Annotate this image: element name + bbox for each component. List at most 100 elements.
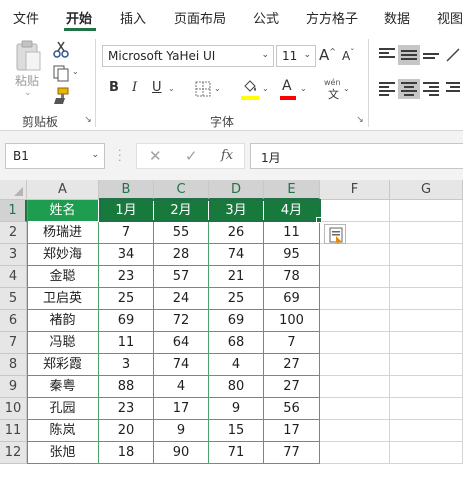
underline-button[interactable]: U bbox=[152, 80, 162, 95]
formula-input[interactable]: 1月 bbox=[250, 143, 463, 169]
cell-G1[interactable] bbox=[390, 200, 463, 222]
tab-data[interactable]: 数据 bbox=[384, 8, 410, 27]
name-box[interactable]: B1 ⌄ bbox=[5, 143, 105, 169]
cell-F9[interactable] bbox=[320, 376, 390, 398]
table-cell[interactable]: 27 bbox=[264, 376, 320, 398]
table-cell[interactable]: 100 bbox=[264, 310, 320, 332]
borders-dropdown-icon[interactable]: ⌄ bbox=[214, 84, 221, 93]
align-left-button[interactable] bbox=[376, 79, 398, 99]
table-cell[interactable]: 秦粤 bbox=[27, 376, 99, 398]
cell-G6[interactable] bbox=[390, 310, 463, 332]
table-cell[interactable]: 23 bbox=[99, 266, 154, 288]
row-header-2[interactable]: 2 bbox=[0, 222, 27, 244]
font-name-dropdown[interactable]: Microsoft YaHei UI ⌄ bbox=[102, 45, 274, 67]
cell-G4[interactable] bbox=[390, 266, 463, 288]
quick-analysis-button[interactable] bbox=[324, 224, 346, 244]
cell-F8[interactable] bbox=[320, 354, 390, 376]
table-cell[interactable]: 64 bbox=[154, 332, 209, 354]
cell-G10[interactable] bbox=[390, 398, 463, 420]
cell-G9[interactable] bbox=[390, 376, 463, 398]
table-cell[interactable]: 23 bbox=[99, 398, 154, 420]
table-cell[interactable]: 张旭 bbox=[27, 442, 99, 464]
table-cell[interactable]: 74 bbox=[154, 354, 209, 376]
table-cell[interactable]: 冯聪 bbox=[27, 332, 99, 354]
copy-icon[interactable] bbox=[52, 64, 70, 82]
paste-label[interactable]: 粘贴 bbox=[15, 72, 39, 89]
table-cell[interactable]: 20 bbox=[99, 420, 154, 442]
row-header-3[interactable]: 3 bbox=[0, 244, 27, 266]
table-cell[interactable]: 28 bbox=[154, 244, 209, 266]
cell-G12[interactable] bbox=[390, 442, 463, 464]
table-cell[interactable]: 72 bbox=[154, 310, 209, 332]
cell-F1[interactable] bbox=[320, 200, 390, 222]
table-cell[interactable]: 69 bbox=[264, 288, 320, 310]
table-cell[interactable]: 71 bbox=[209, 442, 264, 464]
cell-F5[interactable] bbox=[320, 288, 390, 310]
table-cell[interactable]: 90 bbox=[154, 442, 209, 464]
clipboard-launcher-icon[interactable]: ↘ bbox=[83, 115, 93, 125]
table-cell[interactable]: 68 bbox=[209, 332, 264, 354]
table-cell[interactable]: 9 bbox=[154, 420, 209, 442]
table-cell[interactable]: 57 bbox=[154, 266, 209, 288]
table-cell[interactable]: 56 bbox=[264, 398, 320, 420]
row-header-9[interactable]: 9 bbox=[0, 376, 27, 398]
table-cell[interactable]: 25 bbox=[99, 288, 154, 310]
row-header-7[interactable]: 7 bbox=[0, 332, 27, 354]
table-cell[interactable]: 7 bbox=[99, 222, 154, 244]
increase-font-size-button[interactable]: A^ bbox=[319, 46, 336, 64]
align-top-button[interactable] bbox=[376, 45, 398, 65]
tab-insert[interactable]: 插入 bbox=[120, 8, 146, 27]
table-cell[interactable]: 杨瑞进 bbox=[27, 222, 99, 244]
row-header-8[interactable]: 8 bbox=[0, 354, 27, 376]
table-cell[interactable]: 郑彩霞 bbox=[27, 354, 99, 376]
indent-button[interactable] bbox=[443, 79, 463, 99]
table-cell[interactable]: 17 bbox=[264, 420, 320, 442]
cell-F3[interactable] bbox=[320, 244, 390, 266]
table-header-cell[interactable]: 2月 bbox=[154, 200, 209, 222]
orientation-button[interactable] bbox=[443, 45, 463, 65]
row-header-5[interactable]: 5 bbox=[0, 288, 27, 310]
table-cell[interactable]: 4 bbox=[209, 354, 264, 376]
table-cell[interactable]: 17 bbox=[154, 398, 209, 420]
table-cell[interactable]: 金聪 bbox=[27, 266, 99, 288]
worksheet-grid[interactable]: A B C D E F G 1 2 3 4 5 6 7 8 9 10 11 12 姓名 1月 2月 3月 4月 杨瑞进 7 55 26… bbox=[0, 180, 463, 491]
tab-view[interactable]: 视图 bbox=[437, 8, 463, 27]
cell-F4[interactable] bbox=[320, 266, 390, 288]
table-cell[interactable]: 卫启英 bbox=[27, 288, 99, 310]
table-cell[interactable]: 孔园 bbox=[27, 398, 99, 420]
table-cell[interactable]: 26 bbox=[209, 222, 264, 244]
table-cell[interactable]: 95 bbox=[264, 244, 320, 266]
copy-dropdown-icon[interactable]: ⌄ bbox=[72, 67, 79, 76]
cell-G7[interactable] bbox=[390, 332, 463, 354]
cut-icon[interactable] bbox=[52, 40, 70, 58]
tab-home[interactable]: 开始 bbox=[66, 8, 92, 27]
table-cell[interactable]: 80 bbox=[209, 376, 264, 398]
row-header-12[interactable]: 12 bbox=[0, 442, 27, 464]
cell-G8[interactable] bbox=[390, 354, 463, 376]
table-cell[interactable]: 27 bbox=[264, 354, 320, 376]
font-launcher-icon[interactable]: ↘ bbox=[355, 115, 365, 125]
cancel-icon[interactable]: ✕ bbox=[149, 147, 162, 165]
tab-file[interactable]: 文件 bbox=[13, 8, 39, 27]
cell-F6[interactable] bbox=[320, 310, 390, 332]
fill-color-icon[interactable] bbox=[241, 78, 259, 96]
align-right-button[interactable] bbox=[420, 79, 442, 99]
table-header-cell[interactable]: 3月 bbox=[209, 200, 264, 222]
table-cell[interactable]: 74 bbox=[209, 244, 264, 266]
cell-F10[interactable] bbox=[320, 398, 390, 420]
table-cell[interactable]: 11 bbox=[99, 332, 154, 354]
bold-button[interactable]: B bbox=[109, 80, 119, 95]
align-center-button[interactable] bbox=[398, 79, 420, 99]
row-header-10[interactable]: 10 bbox=[0, 398, 27, 420]
table-cell[interactable]: 褚韵 bbox=[27, 310, 99, 332]
formula-bar-splitter-icon[interactable]: · · · bbox=[118, 145, 122, 166]
underline-dropdown-icon[interactable]: ⌄ bbox=[168, 84, 175, 93]
table-cell[interactable]: 25 bbox=[209, 288, 264, 310]
table-header-cell[interactable]: 4月 bbox=[264, 200, 320, 222]
format-painter-icon[interactable] bbox=[52, 87, 70, 105]
italic-button[interactable]: I bbox=[132, 80, 137, 95]
table-header-cell[interactable]: 姓名 bbox=[27, 200, 99, 222]
row-header-1[interactable]: 1 bbox=[0, 200, 27, 222]
align-middle-button[interactable] bbox=[398, 45, 420, 65]
decrease-font-size-button[interactable]: Aˇ bbox=[342, 48, 354, 63]
